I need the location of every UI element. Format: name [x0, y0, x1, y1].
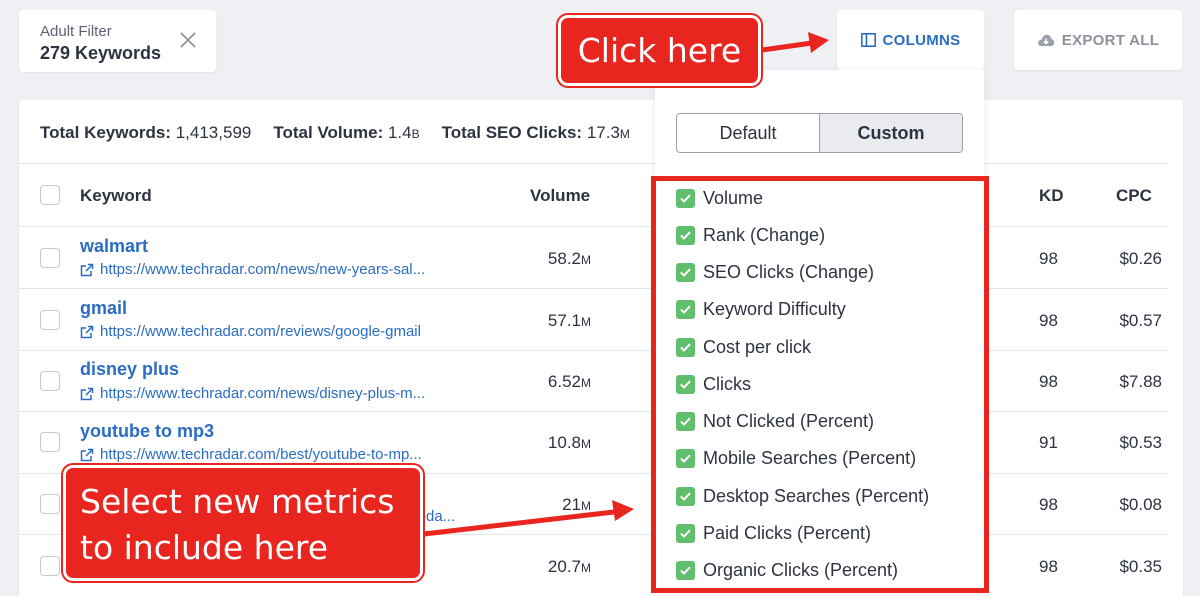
header-keyword[interactable]: Keyword	[80, 186, 152, 206]
volume-cell: 20.7M	[547, 557, 591, 576]
divider	[19, 350, 1168, 351]
row-checkbox[interactable]	[40, 494, 60, 514]
total-volume: Total Volume: 1.4B	[273, 123, 420, 142]
export-all-label: EXPORT ALL	[1061, 31, 1160, 49]
totals-bar: Total Keywords: 1,413,599 Total Volume: …	[40, 123, 630, 143]
row-checkbox[interactable]	[40, 371, 60, 391]
row-checkbox[interactable]	[40, 432, 60, 452]
row-checkbox[interactable]	[40, 248, 60, 268]
divider	[19, 411, 1168, 412]
cloud-download-icon	[1037, 34, 1055, 46]
columns-label: COLUMNS	[882, 31, 961, 49]
external-link-icon	[80, 448, 94, 461]
ranking-url[interactable]: https://www.techradar.com/reviews/google…	[80, 323, 421, 340]
kd-cell: 98	[1039, 495, 1058, 514]
export-all-button[interactable]: EXPORT ALL	[1014, 10, 1182, 70]
divider	[19, 288, 1168, 289]
cpc-cell: $0.26	[1119, 249, 1162, 268]
volume-cell: 10.8M	[547, 433, 591, 452]
kd-cell: 91	[1039, 433, 1058, 452]
close-icon[interactable]	[178, 30, 198, 50]
keyword-link[interactable]: disney plus	[80, 359, 179, 380]
adult-filter-chip[interactable]: Adult Filter 279 Keywords	[19, 10, 216, 72]
ranking-url[interactable]: -da...	[421, 508, 455, 525]
volume-cell: 21M	[562, 495, 591, 514]
default-preset-button[interactable]: Default	[677, 114, 820, 152]
kd-cell: 98	[1039, 311, 1058, 330]
cpc-cell: $7.88	[1119, 372, 1162, 391]
click-here-callout: Click here	[558, 15, 761, 86]
cpc-cell: $0.57	[1119, 311, 1162, 330]
arrow-to-columns	[761, 40, 813, 53]
select-all-checkbox[interactable]	[40, 185, 60, 205]
external-link-icon	[80, 325, 94, 338]
volume-cell: 58.2M	[547, 249, 591, 268]
cpc-cell: $0.35	[1119, 557, 1162, 576]
kd-cell: 98	[1039, 249, 1058, 268]
total-keywords: Total Keywords: 1,413,599	[40, 123, 252, 142]
external-link-icon	[80, 387, 94, 400]
row-checkbox[interactable]	[40, 310, 60, 330]
kd-cell: 98	[1039, 372, 1058, 391]
keyword-link[interactable]: walmart	[80, 236, 148, 257]
ranking-url[interactable]: https://www.techradar.com/news/disney-pl…	[80, 385, 425, 402]
keyword-link[interactable]: gmail	[80, 298, 127, 319]
columns-button[interactable]: COLUMNS	[837, 10, 984, 70]
row-checkbox[interactable]	[40, 556, 60, 576]
cpc-cell: $0.08	[1119, 495, 1162, 514]
volume-cell: 57.1M	[547, 311, 591, 330]
ranking-url[interactable]: https://www.techradar.com/best/youtube-t…	[80, 446, 422, 463]
total-seo-clicks: Total SEO Clicks: 17.3M	[441, 123, 630, 142]
header-volume[interactable]: Volume	[530, 186, 590, 206]
header-cpc[interactable]: CPC	[1116, 186, 1152, 206]
divider	[19, 163, 1168, 164]
arrowhead	[808, 32, 829, 53]
columns-icon	[860, 33, 876, 47]
highlight-box	[651, 176, 989, 593]
keyword-link[interactable]: youtube to mp3	[80, 421, 214, 442]
volume-cell: 6.52M	[547, 372, 591, 391]
kd-cell: 98	[1039, 557, 1058, 576]
select-metrics-callout: Select new metrics to include here	[63, 465, 423, 581]
header-kd[interactable]: KD	[1039, 186, 1064, 206]
ranking-url[interactable]: https://www.techradar.com/news/new-years…	[80, 261, 425, 278]
divider	[19, 226, 1168, 227]
external-link-icon	[80, 263, 94, 276]
custom-preset-button[interactable]: Custom	[820, 114, 962, 152]
column-preset-toggle: Default Custom	[676, 113, 963, 153]
cpc-cell: $0.53	[1119, 433, 1162, 452]
